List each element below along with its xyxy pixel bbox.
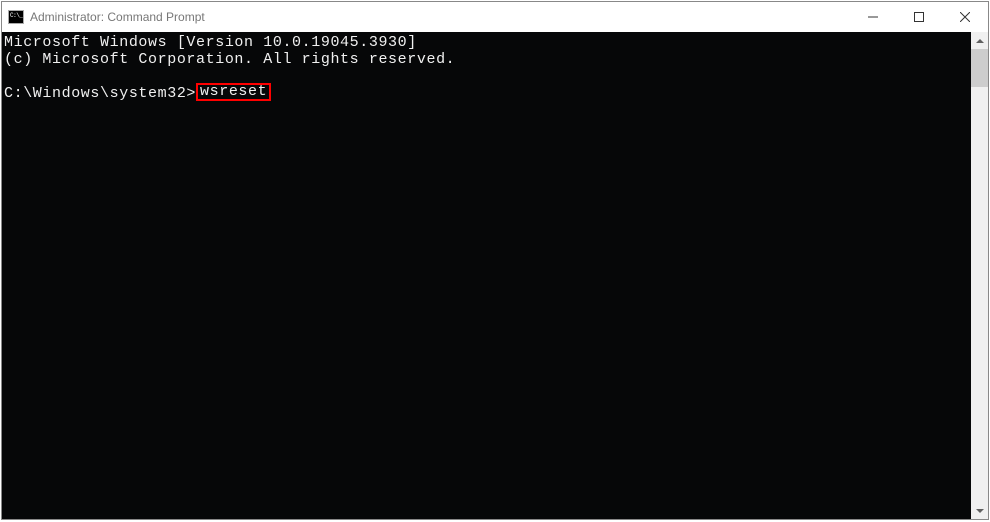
command-highlight: wsreset — [196, 83, 271, 101]
scroll-down-button[interactable] — [971, 502, 988, 519]
close-button[interactable] — [942, 2, 988, 32]
scroll-track[interactable] — [971, 49, 988, 502]
window-controls — [850, 2, 988, 32]
copyright-line: (c) Microsoft Corporation. All rights re… — [4, 51, 455, 68]
version-line: Microsoft Windows [Version 10.0.19045.39… — [4, 34, 417, 51]
window-title: Administrator: Command Prompt — [30, 10, 850, 24]
chevron-down-icon — [976, 509, 984, 513]
prompt-text: C:\Windows\system32> — [4, 85, 196, 102]
titlebar[interactable]: Administrator: Command Prompt — [2, 2, 988, 32]
command-prompt-window: Administrator: Command Prompt Microsoft … — [1, 1, 989, 520]
scroll-thumb[interactable] — [971, 49, 988, 87]
vertical-scrollbar[interactable] — [971, 32, 988, 519]
chevron-up-icon — [976, 39, 984, 43]
terminal-output[interactable]: Microsoft Windows [Version 10.0.19045.39… — [2, 32, 971, 519]
command-text: wsreset — [200, 83, 267, 100]
maximize-button[interactable] — [896, 2, 942, 32]
minimize-icon — [868, 12, 878, 22]
maximize-icon — [914, 12, 924, 22]
cmd-icon — [8, 10, 24, 24]
scroll-up-button[interactable] — [971, 32, 988, 49]
close-icon — [960, 12, 970, 22]
minimize-button[interactable] — [850, 2, 896, 32]
client-area: Microsoft Windows [Version 10.0.19045.39… — [2, 32, 988, 519]
